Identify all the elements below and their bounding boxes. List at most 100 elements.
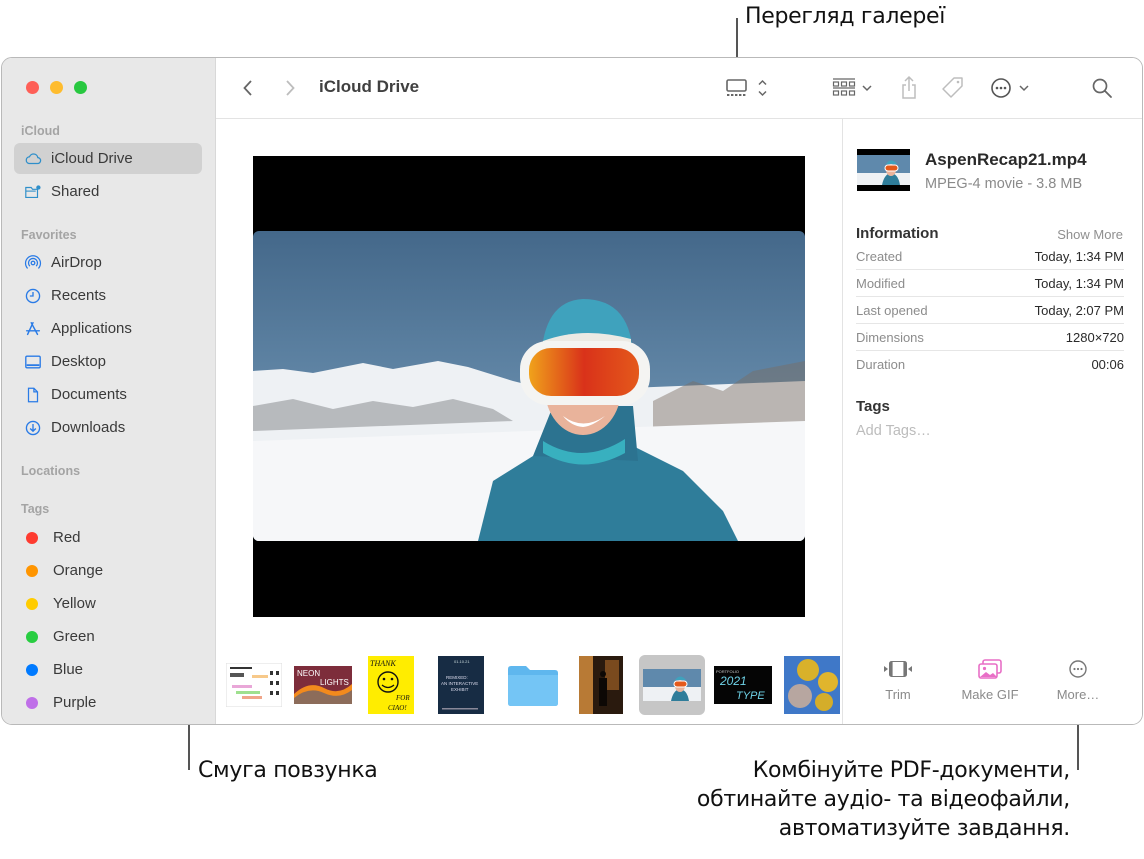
tag-icon	[942, 77, 963, 98]
yellow-tag-dot-icon	[26, 597, 38, 610]
ellipsis-circle-icon	[991, 78, 1029, 98]
group-icon	[832, 78, 872, 96]
sidebar-tag-purple[interactable]: Purple	[14, 687, 202, 718]
desktop-icon	[23, 352, 43, 372]
clock-icon	[23, 286, 43, 306]
svg-text:FOR: FOR	[395, 694, 410, 702]
info-label: Modified	[856, 275, 906, 291]
info-value: Today, 1:34 PM	[1034, 275, 1124, 291]
sidebar-item-shared[interactable]: Shared	[14, 176, 202, 207]
airdrop-icon	[23, 253, 43, 273]
video-player[interactable]	[253, 156, 805, 617]
purple-tag-dot-icon	[26, 696, 38, 709]
sidebar-item-downloads[interactable]: Downloads	[14, 412, 202, 443]
sidebar-item-label: Green	[53, 628, 95, 645]
information-heading: Information	[856, 225, 939, 242]
make-gif-button[interactable]: Make GIF	[950, 656, 1030, 702]
back-button[interactable]	[238, 75, 258, 101]
show-more-link[interactable]: Show More	[1057, 227, 1123, 242]
download-icon	[23, 418, 43, 438]
sidebar-item-label: Blue	[53, 661, 84, 678]
sidebar-item-label: iCloud Drive	[51, 150, 133, 167]
add-tags-field[interactable]: Add Tags…	[856, 423, 931, 439]
file-kind-size: MPEG-4 movie - 3.8 MB	[925, 176, 1083, 192]
more-label: More…	[1056, 687, 1100, 702]
info-value: Today, 1:34 PM	[1034, 248, 1124, 264]
sidebar-tag-red[interactable]: Red	[14, 522, 202, 553]
search-button[interactable]	[1090, 75, 1114, 101]
chevron-right-icon	[286, 80, 295, 96]
thumbnail-neon-lights-poster[interactable]: NEON LIGHTS	[290, 655, 356, 715]
more-actions-button[interactable]	[989, 75, 1035, 101]
finder-window: iCloud iCloud Drive Shared Favorites Air…	[1, 57, 1143, 725]
callout-line-2: обтинайте аудіо- та відеофайли,	[696, 787, 1070, 812]
sidebar-item-label: AirDrop	[51, 254, 102, 271]
share-button[interactable]	[898, 75, 920, 101]
sidebar-item-desktop[interactable]: Desktop	[14, 346, 202, 377]
sidebar: iCloud iCloud Drive Shared Favorites Air…	[2, 58, 216, 724]
sidebar-item-label: Applications	[51, 320, 132, 337]
window-title: iCloud Drive	[319, 77, 420, 96]
svg-text:NEON: NEON	[297, 669, 320, 678]
orange-tag-dot-icon	[26, 564, 38, 577]
thumbnail-portfolio-2021-type[interactable]: PORTFOLIO 2021 TYPE	[710, 655, 776, 715]
make-gif-icon	[978, 659, 1002, 679]
sidebar-section-icloud: iCloud	[21, 124, 60, 138]
forward-button[interactable]	[280, 75, 300, 101]
thumbnail-aspen-recap-video[interactable]	[639, 655, 705, 715]
sidebar-item-label: Downloads	[51, 419, 126, 436]
thumbnail-thank-you-poster[interactable]: THANK FOR CIAO!	[364, 655, 418, 715]
svg-text:TYPE: TYPE	[736, 690, 765, 702]
callout-scrubber-bar: Смуга повзунка	[198, 758, 378, 783]
sidebar-item-label: Orange	[53, 562, 104, 579]
zoom-window-button[interactable]	[74, 81, 87, 94]
info-value: Today, 2:07 PM	[1034, 302, 1124, 318]
gallery-preview	[216, 119, 842, 655]
info-row-modified: Modified Today, 1:34 PM	[856, 270, 1124, 297]
trim-button[interactable]: Trim	[858, 656, 938, 702]
sidebar-item-documents[interactable]: Documents	[14, 379, 202, 410]
info-label: Duration	[856, 357, 906, 372]
svg-text:CIAO!: CIAO!	[388, 704, 407, 712]
svg-text:2021: 2021	[719, 674, 747, 688]
callout-quick-actions: Комбінуйте PDF-документи, обтинайте ауді…	[697, 756, 1070, 843]
shared-folder-icon	[23, 182, 43, 202]
sidebar-item-label: Purple	[53, 694, 97, 711]
sidebar-item-icloud-drive[interactable]: iCloud Drive	[14, 143, 202, 174]
sidebar-tag-green[interactable]: Green	[14, 621, 202, 652]
info-row-duration: Duration 00:06	[856, 351, 1124, 378]
sidebar-section-tags: Tags	[21, 502, 50, 516]
info-label: Created	[856, 248, 903, 264]
gallery-view-button[interactable]	[724, 75, 772, 101]
sidebar-item-recents[interactable]: Recents	[14, 280, 202, 311]
close-window-button[interactable]	[26, 81, 39, 94]
minimize-window-button[interactable]	[50, 81, 63, 94]
sidebar-tag-orange[interactable]: Orange	[14, 555, 202, 586]
more-icon	[1069, 660, 1087, 678]
svg-text:01.10.21: 01.10.21	[454, 659, 470, 664]
applications-icon	[23, 319, 43, 339]
thumbnail-folder[interactable]	[504, 655, 562, 715]
tag-button[interactable]	[940, 75, 966, 101]
info-label: Last opened	[856, 302, 928, 318]
info-row-dimensions: Dimensions 1280×720	[856, 324, 1124, 351]
sidebar-tag-yellow[interactable]: Yellow	[14, 588, 202, 619]
more-button[interactable]: More…	[1038, 656, 1118, 702]
sidebar-item-airdrop[interactable]: AirDrop	[14, 247, 202, 278]
sidebar-tag-blue[interactable]: Blue	[14, 654, 202, 685]
thumbnail-silhouette-photo[interactable]	[578, 655, 624, 715]
info-row-created: Created Today, 1:34 PM	[856, 243, 1124, 270]
video-frame-image	[253, 231, 805, 541]
sidebar-item-label: Yellow	[53, 595, 96, 612]
thumbnail-remixed-exhibit-poster[interactable]: 01.10.21 REMIXED: AN INTERACTIVE EXHIBIT	[434, 655, 488, 715]
sidebar-item-applications[interactable]: Applications	[14, 313, 202, 344]
thumbnail-gold-balloons-photo[interactable]	[782, 655, 842, 715]
info-value: 1280×720	[1065, 329, 1124, 345]
toolbar: iCloud Drive	[216, 58, 1142, 119]
svg-text:AN INTERACTIVE: AN INTERACTIVE	[441, 681, 478, 686]
group-by-button[interactable]	[831, 75, 877, 101]
thumbnail-infographic-document[interactable]	[224, 655, 284, 715]
scrubber-bar[interactable]: NEON LIGHTS THANK FOR CIAO! 01.10.21 REMIXED…	[216, 655, 842, 724]
tags-heading: Tags	[856, 398, 890, 415]
gallery-view-icon	[726, 79, 767, 97]
